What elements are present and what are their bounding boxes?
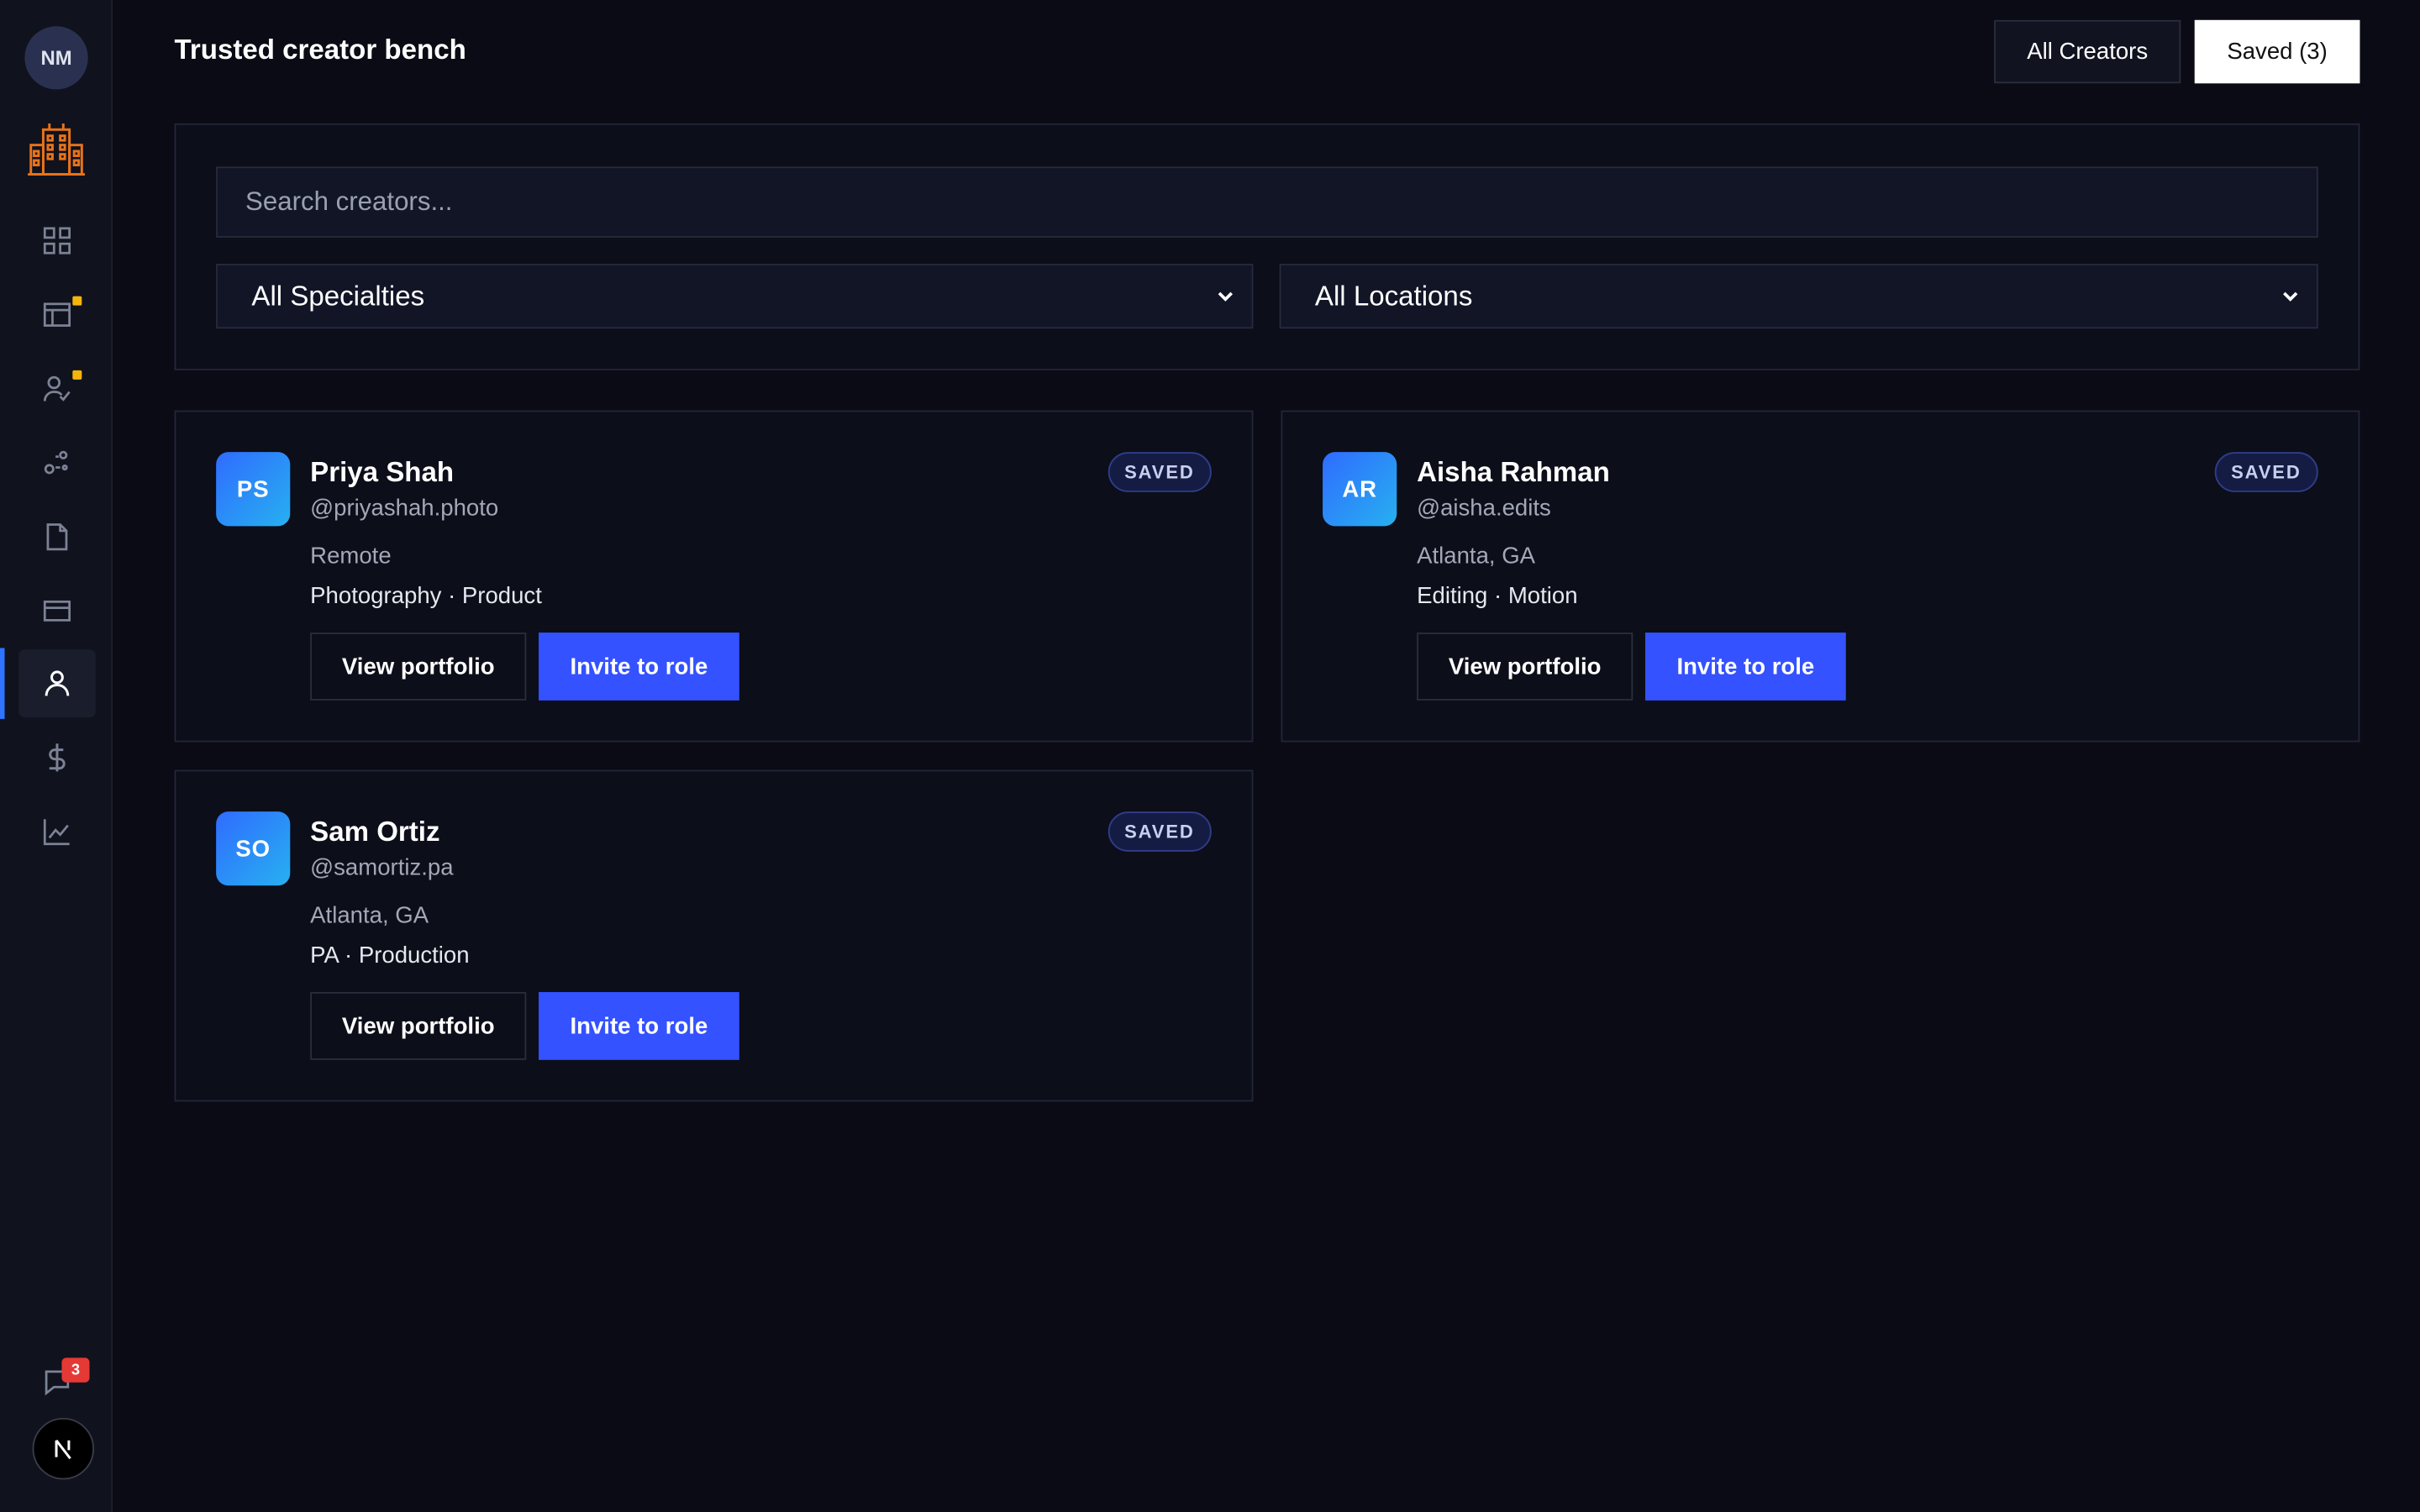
creator-handle: @aisha.edits xyxy=(1417,495,1551,522)
creator-specialties: Editing · Motion xyxy=(1417,583,1578,610)
page-title: Trusted creator bench xyxy=(174,34,466,66)
creator-location: Remote xyxy=(310,543,392,570)
dollar-icon xyxy=(49,743,66,772)
specialty-select-value: All Specialties xyxy=(251,280,425,312)
creator-name: Sam Ortiz xyxy=(310,816,440,848)
location-select-value: All Locations xyxy=(1314,280,1473,312)
invite-to-role-button[interactable]: Invite to role xyxy=(539,633,739,701)
building-logo-icon[interactable] xyxy=(28,120,86,177)
search-input[interactable] xyxy=(216,166,2318,238)
chevron-down-icon xyxy=(1218,291,1234,302)
active-nav-indicator xyxy=(0,648,5,719)
view-portfolio-button[interactable]: View portfolio xyxy=(310,992,527,1060)
nav-workflows[interactable] xyxy=(18,429,96,497)
nav-analytics[interactable] xyxy=(18,798,96,866)
browser-window-icon xyxy=(43,302,71,327)
user-icon xyxy=(45,670,70,696)
tab-all-creators[interactable]: All Creators xyxy=(1994,19,2181,84)
creator-avatar: AR xyxy=(1323,452,1397,527)
creator-specialties: Photography · Product xyxy=(310,583,542,610)
nav-approvals[interactable] xyxy=(18,354,96,423)
creator-location: Atlanta, GA xyxy=(310,902,429,929)
view-portfolio-button[interactable]: View portfolio xyxy=(310,633,527,701)
invite-to-role-button[interactable]: Invite to role xyxy=(1644,633,1846,701)
saved-badge: SAVED xyxy=(1107,811,1212,852)
credit-card-icon xyxy=(43,600,71,622)
filter-panel: All Specialties All Locations xyxy=(174,123,2360,370)
user-avatar[interactable]: NM xyxy=(24,26,88,90)
message-count-badge: 3 xyxy=(61,1357,90,1383)
creator-name: Aisha Rahman xyxy=(1417,456,1610,488)
nav-payments[interactable] xyxy=(18,723,96,791)
line-chart-icon xyxy=(43,819,70,846)
nav-dashboard[interactable] xyxy=(18,207,96,275)
nav-documents[interactable] xyxy=(18,503,96,571)
notification-dot xyxy=(72,370,82,380)
chevron-down-icon xyxy=(2283,291,2298,302)
creator-specialties: PA · Production xyxy=(310,942,470,969)
saved-badge: SAVED xyxy=(1107,452,1212,492)
creator-avatar: SO xyxy=(216,811,291,886)
creator-name: Priya Shah xyxy=(310,456,455,488)
creator-handle: @priyashah.photo xyxy=(310,495,499,522)
tab-saved[interactable]: Saved (3) xyxy=(2194,19,2360,84)
saved-badge: SAVED xyxy=(2213,452,2318,492)
creator-card: PS Priya Shah @priyashah.photo Remote Ph… xyxy=(174,410,1254,743)
creator-card: AR Aisha Rahman @aisha.edits Atlanta, GA… xyxy=(1281,410,2360,743)
creator-location: Atlanta, GA xyxy=(1417,543,1536,570)
invite-to-role-button[interactable]: Invite to role xyxy=(539,992,739,1060)
grid-icon xyxy=(43,227,71,255)
creator-avatar: PS xyxy=(216,452,291,527)
workflow-icon xyxy=(44,450,68,475)
view-portfolio-button[interactable]: View portfolio xyxy=(1417,633,1634,701)
notification-dot xyxy=(72,296,82,306)
sidebar: NM 3 xyxy=(0,0,113,1512)
location-select[interactable]: All Locations xyxy=(1279,264,2318,329)
creator-card: SO Sam Ortiz @samortiz.pa Atlanta, GA PA… xyxy=(174,769,1254,1102)
specialty-select[interactable]: All Specialties xyxy=(216,264,1254,329)
creator-handle: @samortiz.pa xyxy=(310,854,454,881)
document-icon xyxy=(46,523,68,551)
next-logo-icon[interactable] xyxy=(32,1417,95,1480)
nav-creators[interactable] xyxy=(18,649,96,718)
user-check-icon xyxy=(43,375,71,402)
nav-projects[interactable] xyxy=(18,281,96,349)
nav-billing[interactable] xyxy=(18,577,96,645)
